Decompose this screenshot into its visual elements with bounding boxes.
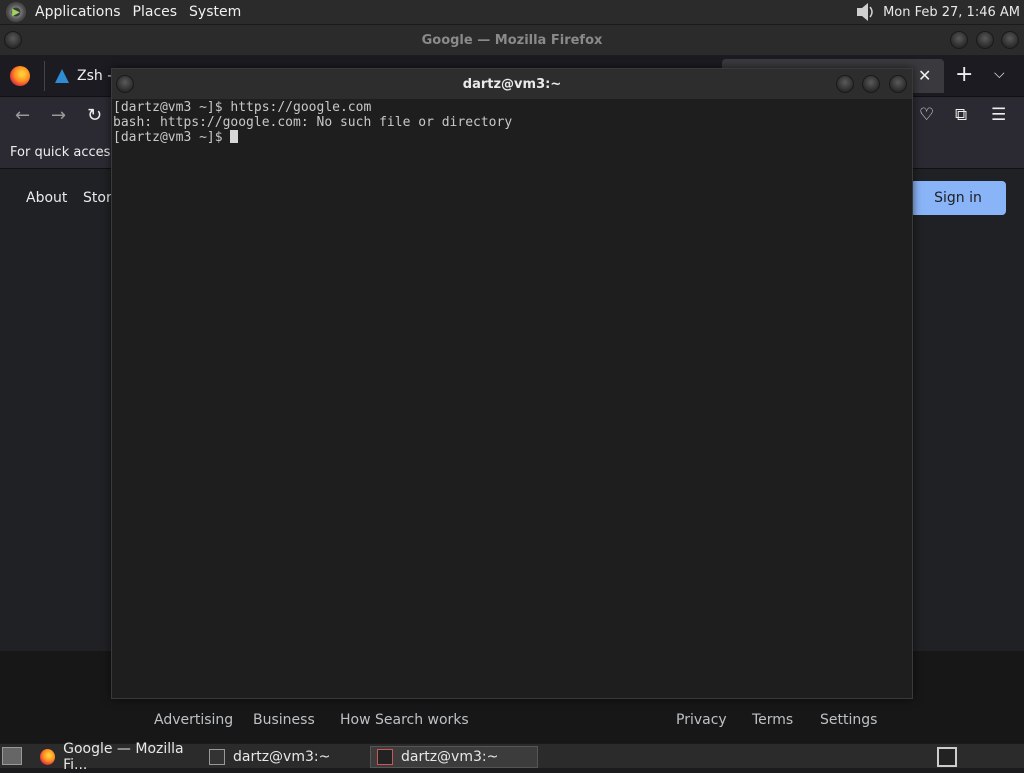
extensions-icon[interactable]: ⧉ xyxy=(955,105,967,125)
task-terminal-1[interactable]: dartz@vm3:~ xyxy=(203,746,368,768)
terminal-minimize-button[interactable] xyxy=(836,75,854,93)
menu-applications[interactable]: Applications xyxy=(29,4,127,20)
firefox-view-icon[interactable] xyxy=(10,65,30,86)
clock[interactable]: Mon Feb 27, 1:46 AM xyxy=(883,5,1024,20)
footer-business[interactable]: Business xyxy=(253,712,315,728)
distro-logo-icon[interactable]: ▶ xyxy=(6,2,26,22)
text-cursor xyxy=(230,130,239,143)
back-icon[interactable]: ← xyxy=(15,105,30,126)
volume-icon[interactable] xyxy=(855,2,877,22)
tab-label: Zsh - xyxy=(77,68,113,84)
firefox-window-title: Google — Mozilla Firefox xyxy=(421,32,603,48)
pocket-icon[interactable]: ♡ xyxy=(919,105,934,125)
terminal-line: [dartz@vm3 ~]$ https://google.com xyxy=(113,100,372,115)
show-desktop-icon[interactable] xyxy=(2,747,22,765)
terminal-prompt-line: [dartz@vm3 ~]$ xyxy=(113,130,912,145)
sign-in-button[interactable]: Sign in xyxy=(910,181,1006,215)
terminal-output[interactable]: [dartz@vm3 ~]$ https://google.com bash: h… xyxy=(112,99,912,145)
terminal-window[interactable]: dartz@vm3:~ [dartz@vm3 ~]$ https://googl… xyxy=(111,68,913,699)
footer-settings[interactable]: Settings xyxy=(820,712,877,728)
new-tab-icon[interactable]: + xyxy=(955,62,973,87)
footer-advertising[interactable]: Advertising xyxy=(154,712,233,728)
workspace-switcher[interactable] xyxy=(937,747,957,767)
bottom-panel: Google — Mozilla Fi... dartz@vm3:~ dartz… xyxy=(0,741,1024,773)
arch-linux-icon xyxy=(55,69,69,83)
firefox-icon xyxy=(40,749,56,765)
firefox-titlebar[interactable]: Google — Mozilla Firefox xyxy=(0,25,1024,55)
reload-icon[interactable]: ↻ xyxy=(87,105,102,126)
chevron-down-icon[interactable]: ⌵ xyxy=(994,66,1005,82)
window-menu-button[interactable] xyxy=(4,31,22,49)
task-terminal-2[interactable]: dartz@vm3:~ xyxy=(370,746,538,768)
menu-places[interactable]: Places xyxy=(127,4,184,20)
terminal-maximize-button[interactable] xyxy=(862,75,880,93)
close-button[interactable] xyxy=(1001,31,1019,49)
about-link[interactable]: About xyxy=(26,190,67,206)
task-label: dartz@vm3:~ xyxy=(401,749,499,765)
terminal-titlebar[interactable]: dartz@vm3:~ xyxy=(112,69,912,99)
terminal-line: bash: https://google.com: No such file o… xyxy=(113,115,513,130)
task-label: dartz@vm3:~ xyxy=(233,749,331,765)
terminal-line: [dartz@vm3 ~]$ xyxy=(113,130,231,145)
bookmarks-hint: For quick access, xyxy=(10,145,122,160)
terminal-window-menu-button[interactable] xyxy=(116,75,134,93)
task-firefox[interactable]: Google — Mozilla Fi... xyxy=(34,741,204,773)
forward-icon[interactable]: → xyxy=(51,105,66,126)
task-label: Google — Mozilla Fi... xyxy=(63,741,184,773)
footer-terms[interactable]: Terms xyxy=(752,712,793,728)
footer-how-search-works[interactable]: How Search works xyxy=(340,712,469,728)
menu-icon[interactable]: ☰ xyxy=(991,105,1006,125)
menu-system[interactable]: System xyxy=(183,4,247,20)
top-panel: ▶ Applications Places System Mon Feb 27,… xyxy=(0,0,1024,25)
terminal-icon xyxy=(377,749,393,765)
close-tab-icon[interactable]: ✕ xyxy=(918,66,931,85)
terminal-icon xyxy=(209,749,225,765)
minimize-button[interactable] xyxy=(950,31,968,49)
footer-privacy[interactable]: Privacy xyxy=(676,712,727,728)
terminal-title: dartz@vm3:~ xyxy=(462,76,562,92)
maximize-button[interactable] xyxy=(976,31,994,49)
terminal-close-button[interactable] xyxy=(889,75,907,93)
tab-zsh[interactable]: Zsh - xyxy=(44,61,114,91)
